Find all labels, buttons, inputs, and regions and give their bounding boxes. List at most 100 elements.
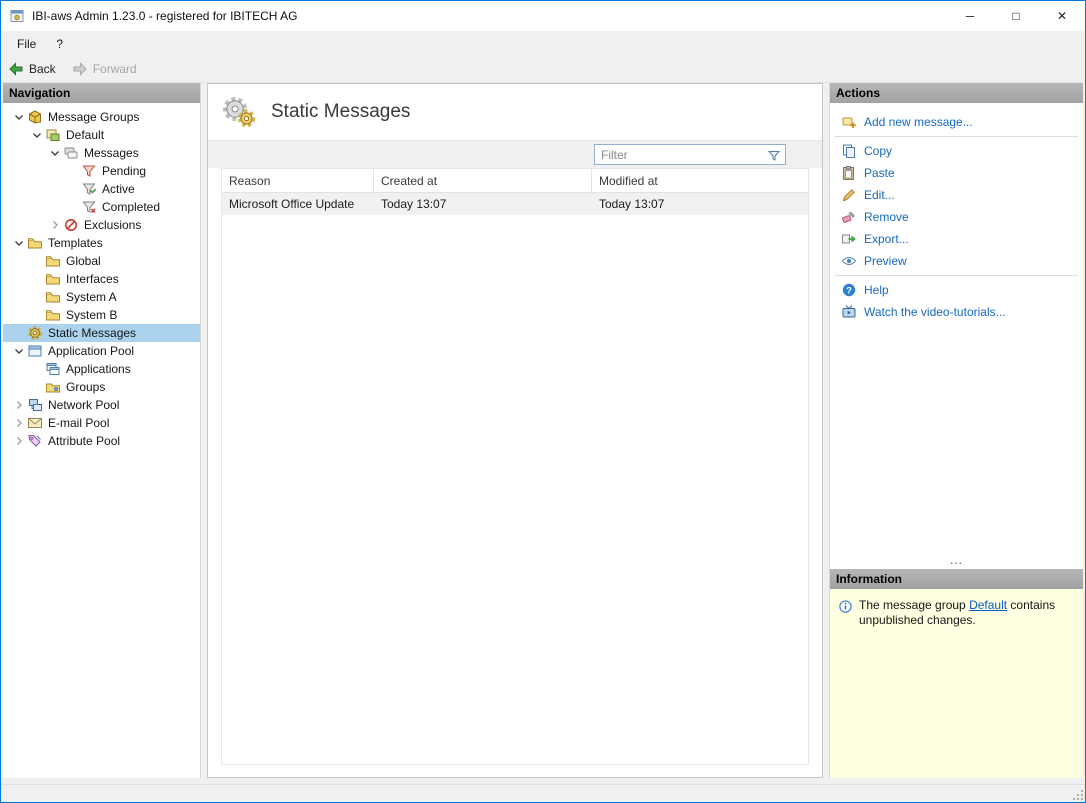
table-body: Microsoft Office UpdateToday 13:07Today … <box>222 193 808 215</box>
chevron-right-icon[interactable] <box>47 217 63 233</box>
right-panel: Actions Add new message...CopyPasteEdit.… <box>829 83 1083 778</box>
tree-item-active[interactable]: Active <box>3 180 200 198</box>
navigation-panel: Navigation Message GroupsDefaultMessages… <box>3 83 201 778</box>
chevron-down-icon[interactable] <box>11 109 27 125</box>
actions-list: Add new message... Copy Paste Edit...Remove… <box>830 111 1083 323</box>
tree-item-default[interactable]: Default <box>3 126 200 144</box>
back-button[interactable]: Back <box>8 61 56 77</box>
applications-icon <box>45 361 61 377</box>
expander-spacer <box>29 253 45 269</box>
copy-icon <box>841 143 857 159</box>
table-row[interactable]: Microsoft Office UpdateToday 13:07Today … <box>222 193 808 215</box>
column-header-reason[interactable]: Reason <box>222 169 374 192</box>
video-tutorials-icon <box>841 304 857 320</box>
chevron-down-icon[interactable] <box>11 343 27 359</box>
column-header-modified-at[interactable]: Modified at <box>592 169 808 192</box>
chevron-right-icon[interactable] <box>11 415 27 431</box>
filter-input[interactable] <box>595 148 766 162</box>
chevron-down-icon[interactable] <box>11 235 27 251</box>
actions-overflow[interactable]: ... <box>830 553 1083 569</box>
expander-spacer <box>11 325 27 341</box>
action-label: Export... <box>864 232 909 246</box>
tree-item-interfaces[interactable]: Interfaces <box>3 270 200 288</box>
svg-text:?: ? <box>846 286 852 297</box>
forward-icon <box>72 61 88 77</box>
tree-item-static-messages[interactable]: Static Messages <box>3 324 200 342</box>
tree-indent <box>3 423 11 424</box>
tree-item-templates[interactable]: Templates <box>3 234 200 252</box>
tree-item-applications[interactable]: Applications <box>3 360 200 378</box>
column-header-created-at[interactable]: Created at <box>374 169 592 192</box>
title-bar: IBI-aws Admin 1.23.0 - registered for IB… <box>1 1 1085 31</box>
tree-item-groups[interactable]: Groups <box>3 378 200 396</box>
tree-item-e-mail-pool[interactable]: E-mail Pool <box>3 414 200 432</box>
tree-indent <box>3 207 65 208</box>
action-help[interactable]: ?Help <box>830 279 1083 301</box>
app-window: IBI-aws Admin 1.23.0 - registered for IB… <box>0 0 1086 803</box>
menu-file[interactable]: File <box>7 33 46 55</box>
tree-item-system-b[interactable]: System B <box>3 306 200 324</box>
remove-icon <box>841 209 857 225</box>
tree-item-pending[interactable]: Pending <box>3 162 200 180</box>
action-preview[interactable]: Preview <box>830 250 1083 272</box>
chevron-right-icon[interactable] <box>11 433 27 449</box>
tree-item-global[interactable]: Global <box>3 252 200 270</box>
tree-indent <box>3 333 11 334</box>
email-pool-icon <box>27 415 43 431</box>
action-label: Preview <box>864 254 907 268</box>
separator <box>835 275 1078 276</box>
filter-bar <box>208 140 822 168</box>
folder-icon <box>45 271 61 287</box>
action-export[interactable]: Export... <box>830 228 1083 250</box>
tree-item-network-pool[interactable]: Network Pool <box>3 396 200 414</box>
attribute-pool-icon <box>27 433 43 449</box>
exclusions-icon <box>63 217 79 233</box>
tree-item-messages[interactable]: Messages <box>3 144 200 162</box>
main-header: Static Messages <box>208 84 822 140</box>
app-icon <box>9 8 25 24</box>
tree-indent <box>3 297 29 298</box>
action-label: Paste <box>864 166 895 180</box>
action-edit[interactable]: Edit... <box>830 184 1083 206</box>
tree-item-label: Static Messages <box>48 326 136 340</box>
minimize-button[interactable]: ─ <box>947 1 993 31</box>
menu-help[interactable]: ? <box>46 33 73 55</box>
tree-indent <box>3 225 47 226</box>
action-label: Watch the video-tutorials... <box>864 305 1006 319</box>
preview-icon <box>841 253 857 269</box>
tree-item-message-groups[interactable]: Message Groups <box>3 108 200 126</box>
chevron-down-icon[interactable] <box>29 127 45 143</box>
forward-button[interactable]: Forward <box>72 61 137 77</box>
tree-item-attribute-pool[interactable]: Attribute Pool <box>3 432 200 450</box>
forward-label: Forward <box>93 62 137 76</box>
action-paste[interactable]: Paste <box>830 162 1083 184</box>
chevron-down-icon[interactable] <box>47 145 63 161</box>
navigation-tree: Message GroupsDefaultMessagesPendingActi… <box>3 103 200 778</box>
tree-item-completed[interactable]: Completed <box>3 198 200 216</box>
tree-item-label: Attribute Pool <box>48 434 120 448</box>
actions-spacer <box>830 323 1083 553</box>
folder-icon <box>45 253 61 269</box>
chevron-right-icon[interactable] <box>11 397 27 413</box>
information-text: The message group Default contains unpub… <box>859 598 1075 628</box>
table-header-row: ReasonCreated atModified at <box>222 169 808 193</box>
action-watch-the-video-tutorials[interactable]: Watch the video-tutorials... <box>830 301 1083 323</box>
help-icon: ? <box>841 282 857 298</box>
tree-item-label: Applications <box>66 362 131 376</box>
tree-item-system-a[interactable]: System A <box>3 288 200 306</box>
resize-grip[interactable] <box>1071 788 1084 801</box>
tree-indent <box>3 261 29 262</box>
default-group-link[interactable]: Default <box>969 598 1007 612</box>
action-copy[interactable]: Copy <box>830 140 1083 162</box>
tree-indent <box>3 243 11 244</box>
maximize-button[interactable]: □ <box>993 1 1039 31</box>
page-title: Static Messages <box>271 101 410 123</box>
message-group-icon <box>45 127 61 143</box>
action-add-new-message[interactable]: Add new message... <box>830 111 1083 133</box>
tree-item-application-pool[interactable]: Application Pool <box>3 342 200 360</box>
close-button[interactable]: ✕ <box>1039 1 1085 31</box>
expander-spacer <box>29 289 45 305</box>
action-remove[interactable]: Remove <box>830 206 1083 228</box>
tree-item-exclusions[interactable]: Exclusions <box>3 216 200 234</box>
filter-funnel-icon[interactable] <box>766 147 782 163</box>
